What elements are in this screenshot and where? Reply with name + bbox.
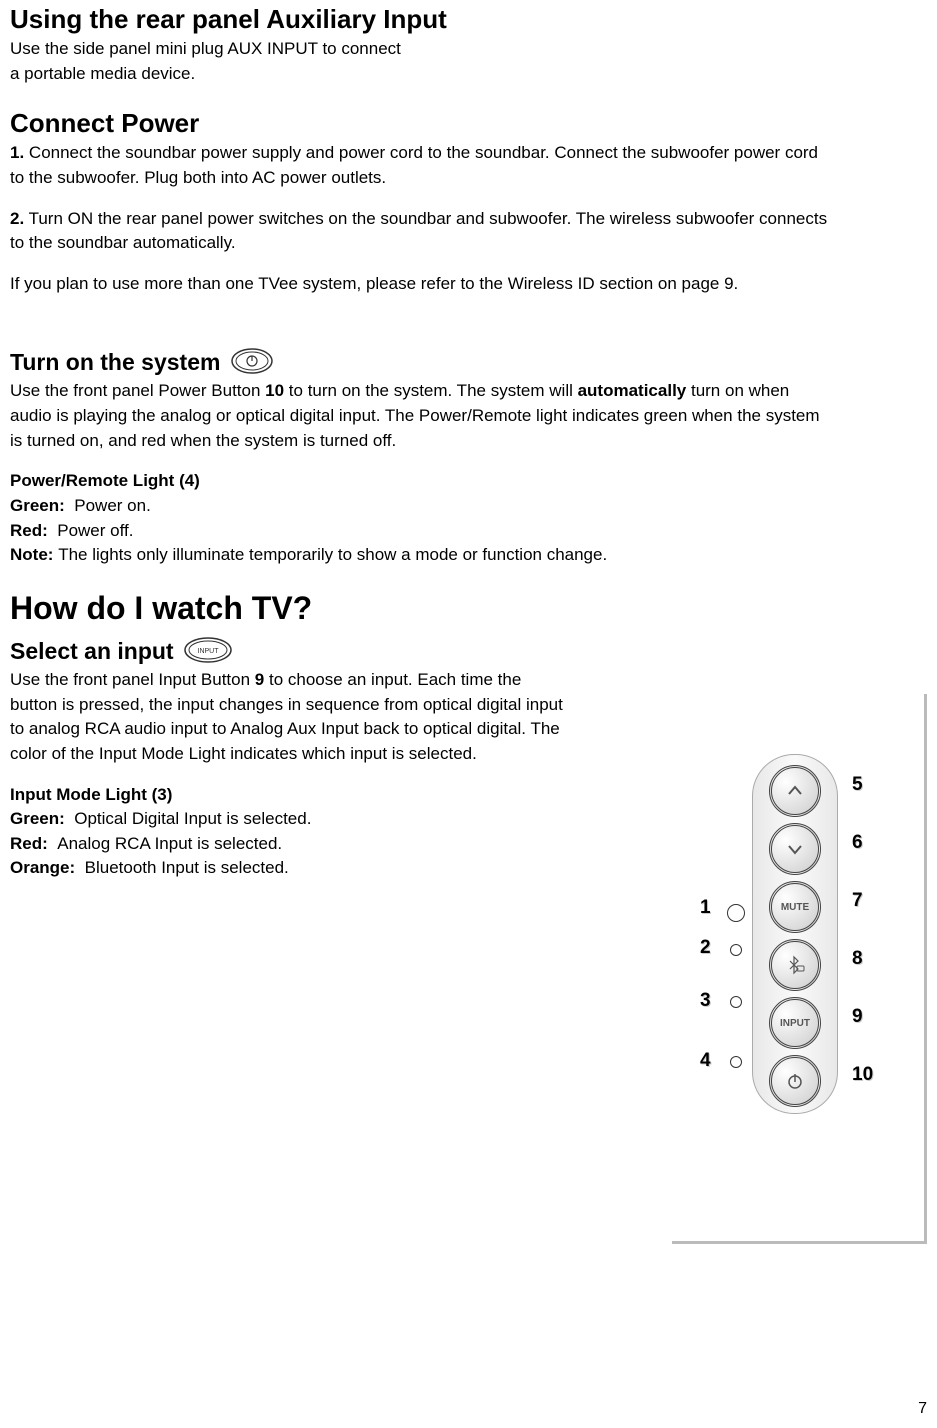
svg-text:INPUT: INPUT	[198, 648, 220, 655]
mute-button: MUTE	[769, 881, 821, 933]
callout-5: 5	[852, 774, 863, 796]
callout-4: 4	[700, 1050, 711, 1072]
turn-on-body: Use the front panel Power Button 10 to t…	[10, 379, 830, 453]
callout-3: 3	[700, 990, 711, 1012]
callout-1: 1	[700, 897, 711, 919]
heading-turn-on: Turn on the system	[10, 349, 220, 376]
callout-ref-10: 10	[265, 381, 284, 400]
input-button: INPUT	[769, 997, 821, 1049]
heading-connect-power: Connect Power	[10, 108, 830, 139]
volume-up-button	[769, 765, 821, 817]
callout-8: 8	[852, 948, 863, 970]
heading-watch-tv: How do I watch TV?	[10, 590, 927, 627]
connect-power-note: If you plan to use more than one TVee sy…	[10, 272, 830, 297]
led-3	[730, 996, 742, 1008]
input-icon: INPUT	[184, 637, 232, 668]
power-light-note: Note: The lights only illuminate tempora…	[10, 543, 830, 568]
power-icon	[231, 348, 273, 379]
led-4	[730, 1056, 742, 1068]
callout-2: 2	[700, 937, 711, 959]
led-1	[727, 904, 745, 922]
power-remote-light-heading: Power/Remote Light (4)	[10, 469, 830, 494]
callout-ref-9: 9	[255, 670, 264, 689]
bluetooth-tv-button	[769, 939, 821, 991]
volume-down-button	[769, 823, 821, 875]
input-light-green: Green: Optical Digital Input is selected…	[10, 807, 570, 832]
select-input-body: Use the front panel Input Button 9 to ch…	[10, 668, 570, 767]
callout-9: 9	[852, 1006, 863, 1028]
text-aux-p1: Use the side panel mini plug AUX INPUT t…	[10, 37, 927, 62]
text-aux-p2: a portable media device.	[10, 62, 927, 87]
input-light-orange: Orange: Bluetooth Input is selected.	[10, 856, 570, 881]
step-1: 1. Connect the soundbar power supply and…	[10, 141, 830, 190]
callout-6: 6	[852, 832, 863, 854]
heading-aux-input: Using the rear panel Auxiliary Input	[10, 4, 927, 35]
input-mode-light-heading: Input Mode Light (3)	[10, 783, 570, 808]
page-number: 7	[918, 1400, 927, 1418]
section-connect-power: Connect Power 1. Connect the soundbar po…	[10, 108, 830, 296]
led-2	[730, 944, 742, 956]
heading-select-input: Select an input	[10, 638, 174, 665]
section-turn-on: Turn on the system Use the front panel P…	[10, 348, 830, 567]
power-light-green: Green: Power on.	[10, 494, 830, 519]
section-select-input: Select an input INPUT Use the front pane…	[10, 637, 570, 881]
power-light-red: Red: Power off.	[10, 519, 830, 544]
front-panel-body: MUTE INPUT	[752, 754, 838, 1114]
callout-10: 10	[852, 1064, 873, 1086]
front-panel-diagram: MUTE INPUT 1 2 3 4 5 6 7 8 9 10	[672, 694, 927, 1244]
power-button	[769, 1055, 821, 1107]
input-light-red: Red: Analog RCA Input is selected.	[10, 832, 570, 857]
callout-7: 7	[852, 890, 863, 912]
step-2: 2. Turn ON the rear panel power switches…	[10, 207, 830, 256]
section-aux-input: Using the rear panel Auxiliary Input Use…	[10, 4, 927, 86]
